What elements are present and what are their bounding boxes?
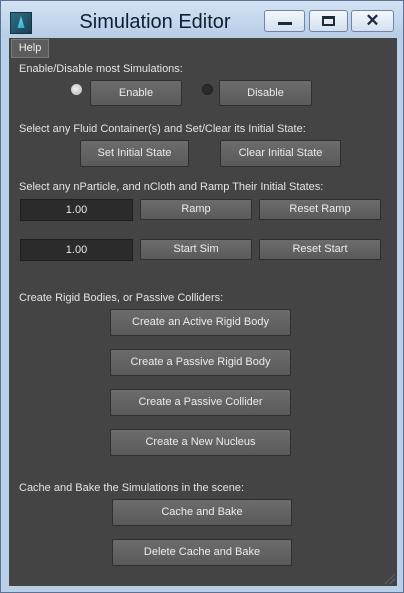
cache-section-heading: Cache and Bake the Simulations in the sc… (19, 482, 245, 494)
fluid-section-heading: Select any Fluid Container(s) and Set/Cl… (19, 123, 306, 135)
menu-help[interactable]: Help (11, 39, 49, 58)
enable-radio[interactable] (71, 84, 82, 95)
start-sim-button[interactable]: Start Sim (140, 239, 252, 260)
reset-ramp-button[interactable]: Reset Ramp (259, 199, 381, 220)
disable-button[interactable]: Disable (219, 80, 312, 106)
ramp-button[interactable]: Ramp (140, 199, 252, 220)
create-passive-collider-button[interactable]: Create a Passive Collider (110, 389, 291, 416)
ramp-value-field[interactable]: 1.00 (20, 199, 133, 221)
maximize-button[interactable] (309, 10, 348, 32)
disable-radio[interactable] (202, 84, 213, 95)
enable-button[interactable]: Enable (90, 80, 182, 106)
close-button[interactable]: ✕ (351, 10, 394, 32)
set-initial-state-button[interactable]: Set Initial State (80, 140, 189, 167)
toggle-section-heading: Enable/Disable most Simulations: (19, 63, 183, 75)
menu-bar: Help (9, 38, 397, 60)
create-new-nucleus-button[interactable]: Create a New Nucleus (110, 429, 291, 456)
minimize-button[interactable] (264, 10, 305, 32)
create-passive-rigid-body-button[interactable]: Create a Passive Rigid Body (110, 349, 291, 376)
cache-and-bake-button[interactable]: Cache and Bake (112, 499, 292, 526)
rigid-section-heading: Create Rigid Bodies, or Passive Collider… (19, 292, 224, 304)
delete-cache-and-bake-button[interactable]: Delete Cache and Bake (112, 539, 292, 566)
clear-initial-state-button[interactable]: Clear Initial State (220, 140, 341, 167)
reset-start-button[interactable]: Reset Start (259, 239, 381, 260)
close-icon: ✕ (365, 11, 380, 30)
ramp-section-heading: Select any nParticle, and nCloth and Ram… (19, 181, 324, 193)
resize-grip[interactable] (383, 572, 395, 584)
window-title: Simulation Editor (79, 11, 231, 33)
start-value-field[interactable]: 1.00 (20, 239, 133, 261)
title-bar[interactable]: Simulation Editor ✕ (1, 1, 403, 37)
create-active-rigid-body-button[interactable]: Create an Active Rigid Body (110, 309, 291, 336)
simulation-editor-window: Simulation Editor ✕ Help Enable/Disable … (0, 0, 404, 593)
editor-panel: Help Enable/Disable most Simulations: En… (9, 38, 397, 586)
